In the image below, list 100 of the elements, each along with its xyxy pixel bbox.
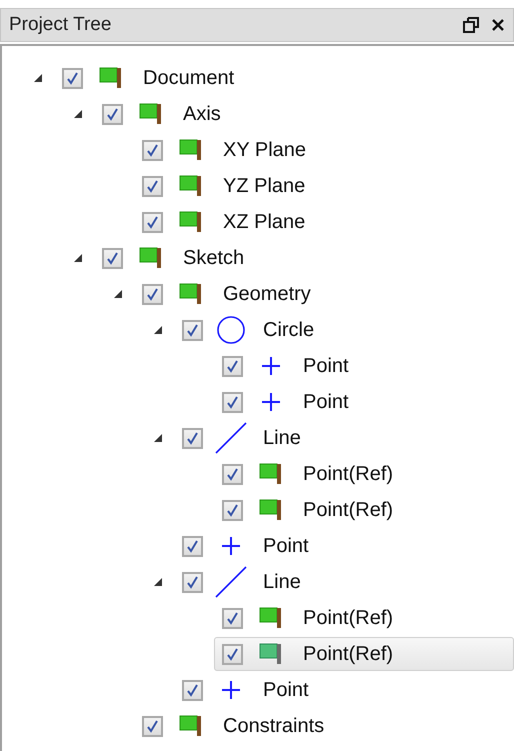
expanded-arrow-icon[interactable]	[153, 325, 163, 335]
check-icon	[186, 540, 199, 552]
expanded-arrow-icon[interactable]	[33, 73, 43, 83]
checkbox[interactable]	[62, 68, 83, 88]
node-label[interactable]: Point	[263, 675, 309, 705]
checkbox[interactable]	[142, 140, 163, 160]
check-icon	[226, 504, 239, 516]
checkbox[interactable]	[182, 680, 203, 700]
close-icon[interactable]	[491, 18, 505, 32]
plus-icon	[221, 680, 241, 700]
check-icon	[146, 288, 159, 300]
checkbox[interactable]	[182, 572, 203, 592]
node-label[interactable]: Axis	[183, 99, 221, 129]
check-icon	[146, 720, 159, 732]
tree-row[interactable]: Axis	[94, 97, 514, 131]
check-icon	[66, 72, 79, 84]
tree-row[interactable]: Geometry	[134, 277, 514, 311]
plus-icon	[261, 392, 281, 412]
panel-title: Project Tree	[9, 12, 112, 37]
flag-icon	[259, 643, 283, 665]
expanded-arrow-icon[interactable]	[73, 109, 83, 119]
node-label[interactable]: XZ Plane	[223, 207, 306, 237]
node-label[interactable]: YZ Plane	[223, 171, 306, 201]
check-icon	[146, 180, 159, 192]
checkbox[interactable]	[182, 428, 203, 448]
tree-row[interactable]: Point(Ref)	[214, 493, 514, 527]
tree-row[interactable]: XZ Plane	[134, 205, 514, 239]
check-icon	[186, 576, 199, 588]
node-label[interactable]: Constraints	[223, 711, 324, 741]
checkbox[interactable]	[222, 392, 243, 412]
node-label[interactable]: Point	[263, 531, 309, 561]
line-icon	[215, 422, 247, 454]
flag-icon	[139, 247, 163, 269]
tree-row[interactable]: XY Plane	[134, 133, 514, 167]
expanded-arrow-icon[interactable]	[113, 289, 123, 299]
check-icon	[186, 684, 199, 696]
flag-icon	[259, 463, 283, 485]
node-label[interactable]: Line	[263, 423, 301, 453]
check-icon	[226, 396, 239, 408]
checkbox[interactable]	[142, 212, 163, 232]
tree-row[interactable]: Circle	[174, 313, 514, 347]
flag-icon	[179, 211, 203, 233]
node-label[interactable]: Point	[303, 351, 349, 381]
check-icon	[146, 144, 159, 156]
flag-icon	[259, 607, 283, 629]
node-label[interactable]: Point(Ref)	[303, 639, 394, 669]
tree-row[interactable]: YZ Plane	[134, 169, 514, 203]
expanded-arrow-icon[interactable]	[153, 433, 163, 443]
plus-icon	[221, 536, 241, 556]
check-icon	[226, 648, 239, 660]
check-icon	[106, 108, 119, 120]
expanded-arrow-icon[interactable]	[153, 577, 163, 587]
checkbox[interactable]	[182, 320, 203, 340]
checkbox[interactable]	[222, 644, 243, 664]
checkbox[interactable]	[142, 716, 163, 736]
check-icon	[226, 360, 239, 372]
check-icon	[186, 432, 199, 444]
checkbox[interactable]	[142, 176, 163, 196]
checkbox[interactable]	[102, 248, 123, 268]
flag-icon	[179, 715, 203, 737]
flag-icon	[179, 283, 203, 305]
expanded-arrow-icon[interactable]	[73, 253, 83, 263]
checkbox[interactable]	[142, 284, 163, 304]
checkbox[interactable]	[222, 500, 243, 520]
flag-icon	[99, 67, 123, 89]
tree-row[interactable]: Document	[54, 61, 514, 95]
checkbox[interactable]	[222, 608, 243, 628]
node-label[interactable]: Point(Ref)	[303, 459, 394, 489]
node-label[interactable]: XY Plane	[223, 135, 306, 165]
node-label[interactable]: Point(Ref)	[303, 495, 394, 525]
plus-icon	[261, 356, 281, 376]
node-label[interactable]: Document	[143, 63, 234, 93]
node-label[interactable]: Geometry	[223, 279, 311, 309]
selected-tree-row[interactable]: Point(Ref)	[214, 637, 514, 671]
checkbox[interactable]	[102, 104, 123, 124]
float-window-icon[interactable]	[463, 17, 479, 33]
tree-row[interactable]: Point	[174, 673, 514, 707]
node-label[interactable]: Line	[263, 567, 301, 597]
tree-row[interactable]: Point(Ref)	[214, 601, 514, 635]
check-icon	[226, 468, 239, 480]
check-icon	[186, 324, 199, 336]
tree-row[interactable]: Point(Ref)	[214, 457, 514, 491]
node-label[interactable]: Point	[303, 387, 349, 417]
checkbox[interactable]	[222, 464, 243, 484]
node-label[interactable]: Sketch	[183, 243, 244, 273]
flag-icon	[139, 103, 163, 125]
tree-row[interactable]: Point	[174, 529, 514, 563]
tree-row[interactable]: Constraints	[134, 709, 514, 743]
tree-row[interactable]: Point	[214, 349, 514, 383]
node-label[interactable]: Point(Ref)	[303, 603, 394, 633]
node-label[interactable]: Circle	[263, 315, 314, 345]
checkbox[interactable]	[222, 356, 243, 376]
tree-row[interactable]: Line	[174, 565, 514, 599]
tree-row[interactable]: Line	[174, 421, 514, 455]
flag-icon	[179, 139, 203, 161]
line-icon	[215, 566, 247, 598]
tree-row[interactable]: Sketch	[94, 241, 514, 275]
checkbox[interactable]	[182, 536, 203, 556]
tree-row[interactable]: Point	[214, 385, 514, 419]
check-icon	[226, 612, 239, 624]
